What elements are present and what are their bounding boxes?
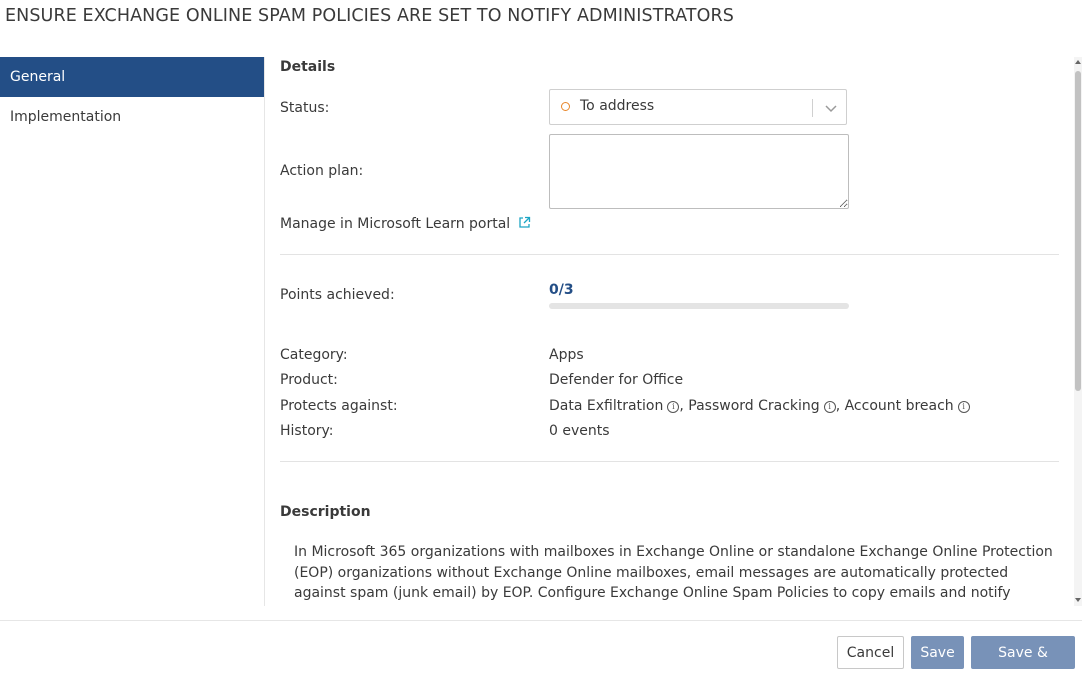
save-button[interactable]: Save — [911, 636, 964, 669]
product-value: Defender for Office — [549, 372, 684, 388]
product-label: Product: — [280, 372, 338, 388]
manage-learn-portal-link[interactable]: Manage in Microsoft Learn portal — [280, 216, 510, 232]
category-label: Category: — [280, 347, 348, 363]
main-content: Details Status: To address Action plan: … — [265, 57, 1073, 606]
threat-account-breach: Account breach — [844, 398, 954, 414]
threat-password-cracking: Password Cracking — [688, 398, 820, 414]
scroll-down-arrow-icon[interactable] — [1075, 598, 1081, 602]
category-value: Apps — [549, 347, 584, 363]
threat-data-exfiltration: Data Exfiltration — [549, 398, 664, 414]
cancel-button[interactable]: Cancel — [837, 636, 904, 669]
points-value: 0/3 — [549, 282, 574, 298]
points-label: Points achieved: — [280, 287, 395, 303]
content-scrollbar[interactable] — [1074, 57, 1082, 606]
external-link-icon[interactable] — [518, 216, 531, 229]
scroll-thumb[interactable] — [1075, 71, 1081, 391]
section-divider — [280, 254, 1059, 255]
protects-label: Protects against: — [280, 398, 398, 414]
save-and-close-button[interactable]: Save & close — [971, 636, 1075, 692]
details-heading: Details — [280, 59, 336, 75]
description-text: In Microsoft 365 organizations with mail… — [294, 544, 1053, 606]
sidebar-item-general[interactable]: General — [0, 57, 264, 97]
status-label: Status: — [280, 100, 330, 116]
manage-link-row[interactable]: Manage in Microsoft Learn portal — [280, 216, 531, 232]
chevron-down-icon[interactable] — [822, 99, 840, 117]
page-title: ENSURE EXCHANGE ONLINE SPAM POLICIES ARE… — [5, 6, 734, 26]
info-icon[interactable]: i — [957, 401, 970, 413]
points-progress-bar — [549, 303, 849, 309]
status-dropdown[interactable]: To address — [549, 89, 847, 125]
scroll-up-arrow-icon[interactable] — [1075, 60, 1081, 64]
action-plan-textarea[interactable] — [549, 134, 849, 209]
description-heading: Description — [280, 504, 371, 520]
action-plan-label: Action plan: — [280, 163, 364, 179]
info-icon[interactable]: i — [823, 401, 836, 413]
footer-divider — [0, 620, 1082, 621]
status-value: To address — [580, 98, 655, 114]
sidebar-item-implementation[interactable]: Implementation — [0, 97, 264, 137]
sidebar-nav: General Implementation — [0, 57, 265, 606]
protects-values: Data Exfiltration i, Password Cracking i, … — [549, 398, 970, 414]
history-label: History: — [280, 423, 334, 439]
info-icon[interactable]: i — [667, 401, 680, 413]
dropdown-separator — [812, 99, 813, 117]
status-circle-icon — [561, 102, 570, 111]
section-divider — [280, 461, 1059, 462]
history-value: 0 events — [549, 423, 610, 439]
